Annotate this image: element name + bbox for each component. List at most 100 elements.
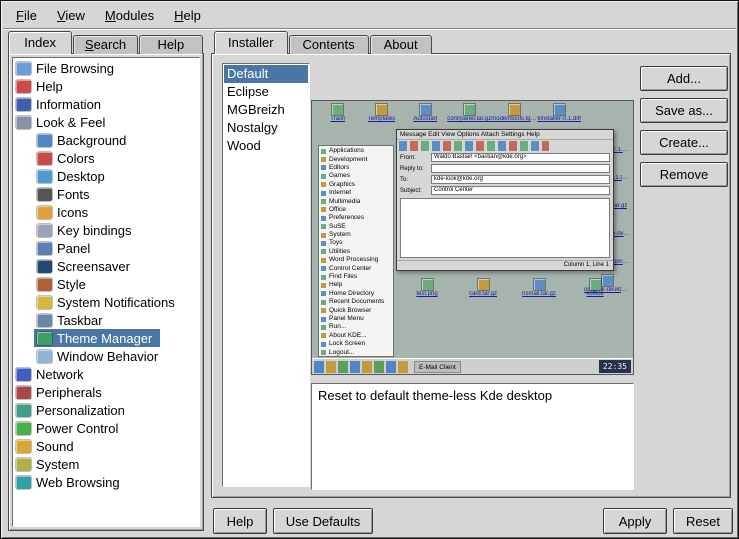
tree-item[interactable]: Panel (34, 239, 93, 257)
theme-list-item[interactable]: Eclipse (224, 83, 308, 101)
k-menu-item: Help (321, 281, 391, 289)
save-as-button[interactable]: Save as... (640, 98, 728, 123)
k-menu-item-label: Office (329, 206, 346, 214)
k-menu-item: Office (321, 206, 391, 214)
tree-item-icon (37, 206, 52, 219)
apply-button[interactable]: Apply (603, 508, 667, 534)
tree-item[interactable]: Personalization (13, 401, 128, 419)
tree-item-icon (16, 386, 31, 399)
desktop-icon-label: modemtools.tgz.patch (491, 116, 537, 123)
desktop-icons-middle: test.png card.tar.gz nsmail.tar.gz (404, 279, 618, 298)
k-menu-item-icon (321, 342, 326, 347)
add-button[interactable]: Add... (640, 66, 728, 91)
tree-item[interactable]: Colors (34, 149, 98, 167)
menu-item[interactable]: Help (165, 5, 210, 26)
right-tab[interactable]: Contents (289, 35, 369, 54)
tree-item-icon (16, 404, 31, 417)
tree-item[interactable]: Fonts (34, 185, 93, 203)
tree-item-label: Panel (57, 241, 90, 256)
theme-preview-image: Trash Templates Autostart conf/p (311, 100, 634, 375)
k-menu-item: Graphics (321, 181, 391, 189)
k-menu-item: About KDE... (321, 332, 391, 340)
file-icon (534, 279, 545, 290)
tree-item-icon (16, 440, 31, 453)
use-defaults-button[interactable]: Use Defaults (273, 508, 373, 534)
taskbar-task-button: E-Mail Client (414, 361, 461, 373)
tree-item-label: Style (57, 277, 86, 292)
k-menu-item-icon (321, 224, 326, 229)
k-menu-item-label: Lock Screen (329, 340, 365, 348)
k-menu-item-icon (321, 317, 326, 322)
tree-item[interactable]: Help (13, 77, 66, 95)
tree-item[interactable]: Key bindings (34, 221, 134, 239)
tree-item[interactable]: Icons (34, 203, 91, 221)
file-icon (509, 104, 520, 115)
k-menu-item-icon (321, 283, 326, 288)
create-button[interactable]: Create... (640, 130, 728, 155)
tree-item[interactable]: Background (34, 131, 129, 149)
tree-item-label: Desktop (57, 169, 105, 184)
tree-item-icon (37, 152, 52, 165)
k-menu-item: Development (321, 155, 391, 163)
theme-list-item[interactable]: Wood (224, 137, 308, 155)
mail-menubar: Message Edit View Options Attach Setting… (397, 130, 613, 140)
left-tab[interactable]: Help (139, 35, 203, 54)
k-menu-item-icon (321, 333, 326, 338)
mail-field-row: Reply to: (397, 163, 613, 174)
k-menu-item: Home Directory (321, 290, 391, 298)
tree-item[interactable]: Power Control (13, 419, 121, 437)
tree-item[interactable]: Look & Feel (13, 113, 108, 131)
tree-item[interactable]: System Notifications (34, 293, 178, 311)
reset-button[interactable]: Reset (673, 508, 733, 534)
menu-item[interactable]: File (7, 5, 46, 26)
tree-item[interactable]: System (13, 455, 82, 473)
desktop-icon: kinstaller-0.1.diff (537, 104, 581, 123)
theme-list-item[interactable]: Nostalgy (224, 119, 308, 137)
left-tab[interactable]: Index (8, 31, 72, 54)
tree-item[interactable]: Web Browsing (13, 473, 123, 491)
k-menu-item-label: Development (329, 156, 367, 164)
right-tab[interactable]: Installer (214, 31, 288, 54)
k-menu-item-label: Run... (329, 323, 346, 331)
left-tab[interactable]: Search (73, 35, 137, 54)
remove-button[interactable]: Remove (640, 162, 728, 187)
menu-item[interactable]: Modules (96, 5, 163, 26)
k-menu-item: Applications (321, 147, 391, 155)
desktop-icon: test.png (404, 279, 450, 298)
desktop-icon-label: conf/panel.tar.gz (447, 116, 491, 123)
k-menu-item-label: SuSE (329, 223, 346, 231)
tree-item[interactable]: File Browsing (13, 59, 117, 77)
tree-item[interactable]: Window Behavior (34, 347, 161, 365)
tree-item[interactable]: Style (34, 275, 89, 293)
tree-item[interactable]: Screensaver (34, 257, 133, 275)
tree-item[interactable]: Sound (13, 437, 77, 455)
k-menu-item-icon (321, 308, 326, 313)
tree-item[interactable]: Information (13, 95, 104, 113)
tree-item-icon (16, 368, 31, 381)
menu-item[interactable]: View (48, 5, 94, 26)
theme-list-item[interactable]: Default (224, 65, 308, 83)
tree-item[interactable]: Peripherals (13, 383, 105, 401)
tree-item-icon (37, 188, 52, 201)
file-icon (420, 104, 431, 115)
right-tab[interactable]: About (370, 35, 432, 54)
k-menu-item-icon (321, 350, 326, 355)
tree-item-label: Power Control (36, 421, 118, 436)
k-menu-item: Internet (321, 189, 391, 197)
tree-item[interactable]: Network (13, 365, 87, 383)
mail-field-label: From: (400, 155, 428, 161)
help-button[interactable]: Help (213, 508, 267, 534)
theme-list-item[interactable]: MGBreizh (224, 101, 308, 119)
k-menu-item-label: Control Center (329, 265, 371, 273)
desktop-icon: Trash (316, 104, 360, 123)
file-icon (376, 104, 387, 115)
tree-item-icon (16, 476, 31, 489)
tree-item-icon (16, 116, 31, 129)
tree-item[interactable]: Theme Manager (34, 329, 160, 347)
module-tree: File Browsing Help Information Look & Fe… (12, 57, 200, 527)
desktop-icon: conf/panel.tar.gz (447, 104, 491, 123)
k-menu-item-icon (321, 191, 326, 196)
tree-item[interactable]: Desktop (34, 167, 108, 185)
tree-item-label: Help (36, 79, 63, 94)
tree-item[interactable]: Taskbar (34, 311, 106, 329)
